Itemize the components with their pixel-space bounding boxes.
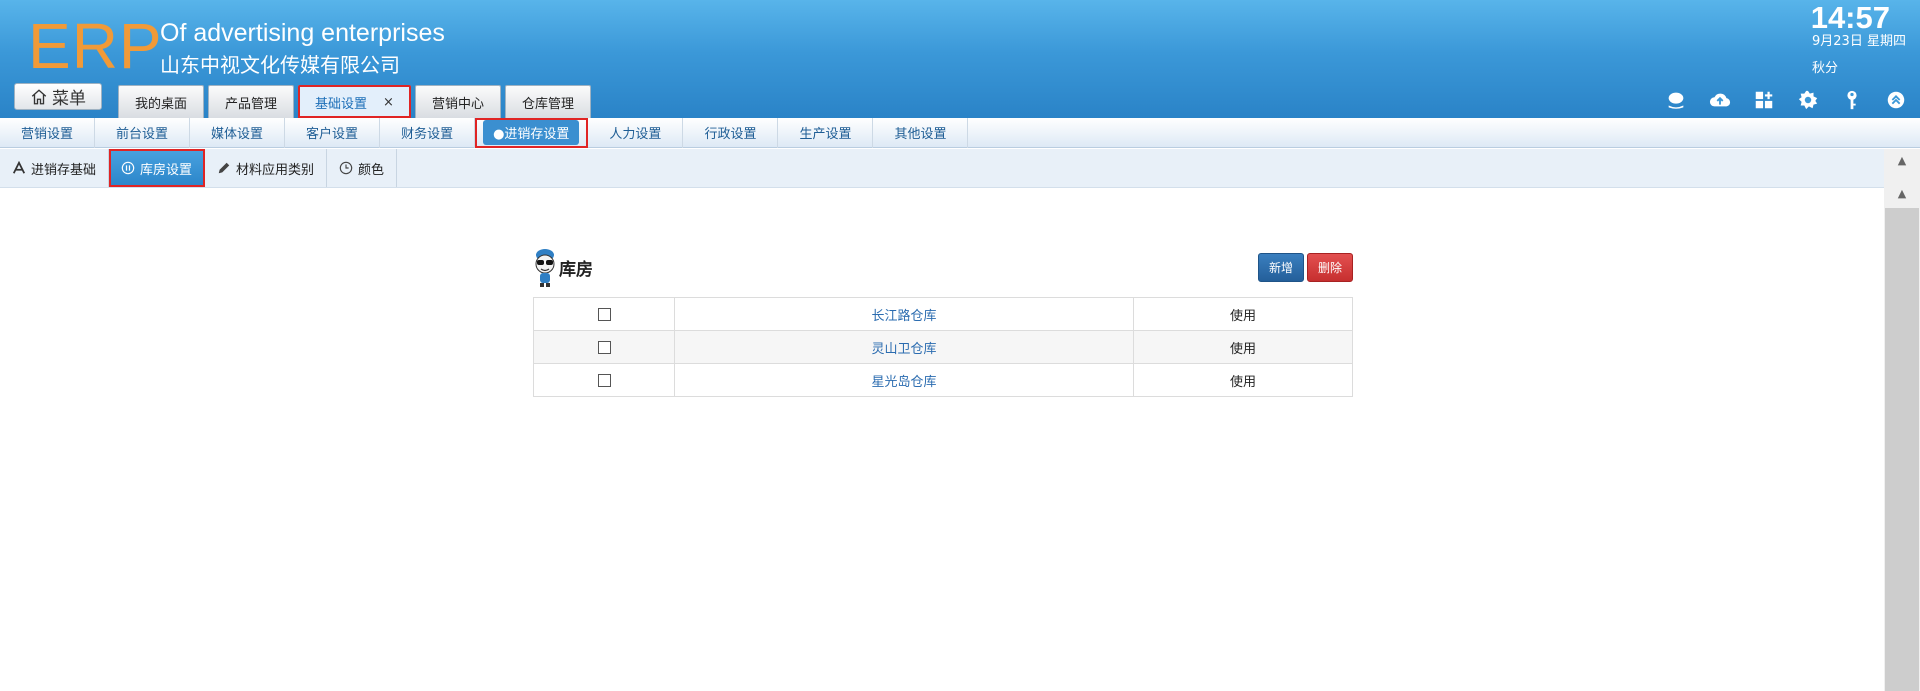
delete-button[interactable]: 删除 [1307,253,1353,282]
grid-add-icon[interactable] [1750,88,1778,112]
warehouse-name-link[interactable]: 星光岛仓库 [871,375,936,390]
tab-close-icon[interactable]: × [383,95,394,110]
cloud-upload-icon[interactable] [1706,88,1734,112]
menu-label: 菜单 [52,89,86,109]
tab-my-desktop[interactable]: 我的桌面 [118,85,205,118]
inventory-tabs: 进销存基础 库房设置 材料应用类别 颜色 [0,149,1884,188]
pencil-icon [218,162,230,174]
scroll-up-icon[interactable]: ▲ [1884,151,1920,169]
warehouse-table: 长江路仓库 使用 灵山卫仓库 使用 星光岛仓库 使用 [533,297,1353,397]
mascot-icon [535,249,555,287]
tab-product-management[interactable]: 产品管理 [208,85,295,118]
row-checkbox[interactable] [597,373,611,387]
settings-subnav: 营销设置 前台设置 媒体设置 客户设置 财务设置 ●进销存设置 人力设置 行政设… [0,117,1920,148]
subnav-inventory-settings-label: ●进销存设置 [483,120,580,145]
letter-a-icon [12,161,26,174]
tab-warehouse-management[interactable]: 仓库管理 [504,85,591,118]
tab-inventory-basics[interactable]: 进销存基础 [0,149,110,187]
app-logo: ERP [28,10,163,82]
clock-time: 14:57 [1810,0,1890,35]
pause-circle-icon [121,161,135,175]
tab-basic-settings[interactable]: 基础设置 × [298,85,411,118]
row-checkbox[interactable] [597,340,611,354]
warehouse-status: 使用 [1133,297,1353,331]
collapse-up-icon[interactable] [1882,88,1910,112]
subnav-customer-settings[interactable]: 客户设置 [285,117,381,148]
top-tab-bar: 我的桌面 产品管理 基础设置 × 营销中心 仓库管理 [118,85,591,118]
add-button[interactable]: 新增 [1258,253,1304,282]
scroll-up-icon-inner[interactable]: ▲ [1884,184,1920,202]
warehouse-name-link[interactable]: 长江路仓库 [871,309,936,324]
tab-warehouse-settings[interactable]: 库房设置 [109,149,206,187]
key-icon[interactable] [1838,88,1866,112]
solar-term: 秋分 [1812,61,1839,76]
subnav-finance-settings[interactable]: 财务设置 [380,117,476,148]
table-row: 长江路仓库 使用 [533,297,1353,331]
warehouse-status: 使用 [1133,330,1353,364]
clock-icon [339,161,353,175]
subnav-hr-settings[interactable]: 人力设置 [588,117,684,148]
warehouse-header: 库房 新增 删除 [533,247,1353,287]
warehouse-status: 使用 [1133,363,1353,397]
toolbar-icons [1662,88,1910,112]
tab-marketing-center[interactable]: 营销中心 [414,85,501,118]
table-row: 灵山卫仓库 使用 [533,330,1353,364]
clock-date: 9月23日 星期四 [1812,34,1906,49]
subnav-marketing-settings[interactable]: 营销设置 [0,117,96,148]
subnav-other-settings[interactable]: 其他设置 [873,117,969,148]
subnav-production-settings[interactable]: 生产设置 [778,117,874,148]
scrollbar-thumb[interactable] [1885,208,1919,691]
row-checkbox[interactable] [597,307,611,321]
menu-button[interactable]: 菜单 [14,83,102,110]
brand-english: Of advertising enterprises [160,19,445,47]
subnav-media-settings[interactable]: 媒体设置 [190,117,286,148]
app-header: ERP Of advertising enterprises 山东中视文化传媒有… [0,0,1920,118]
table-row: 星光岛仓库 使用 [533,363,1353,397]
page-title: 库房 [559,260,593,280]
chat-icon[interactable] [1662,88,1690,112]
home-icon [31,88,47,104]
subnav-inventory-settings[interactable]: ●进销存设置 [475,117,589,148]
subnav-admin-settings[interactable]: 行政设置 [683,117,779,148]
tab-material-categories[interactable]: 材料应用类别 [205,149,328,187]
brand-chinese: 山东中视文化传媒有限公司 [160,53,400,77]
tab-colors[interactable]: 颜色 [327,149,398,187]
warehouse-name-link[interactable]: 灵山卫仓库 [871,342,936,357]
subnav-front-desk-settings[interactable]: 前台设置 [95,117,191,148]
gear-icon[interactable] [1794,88,1822,112]
